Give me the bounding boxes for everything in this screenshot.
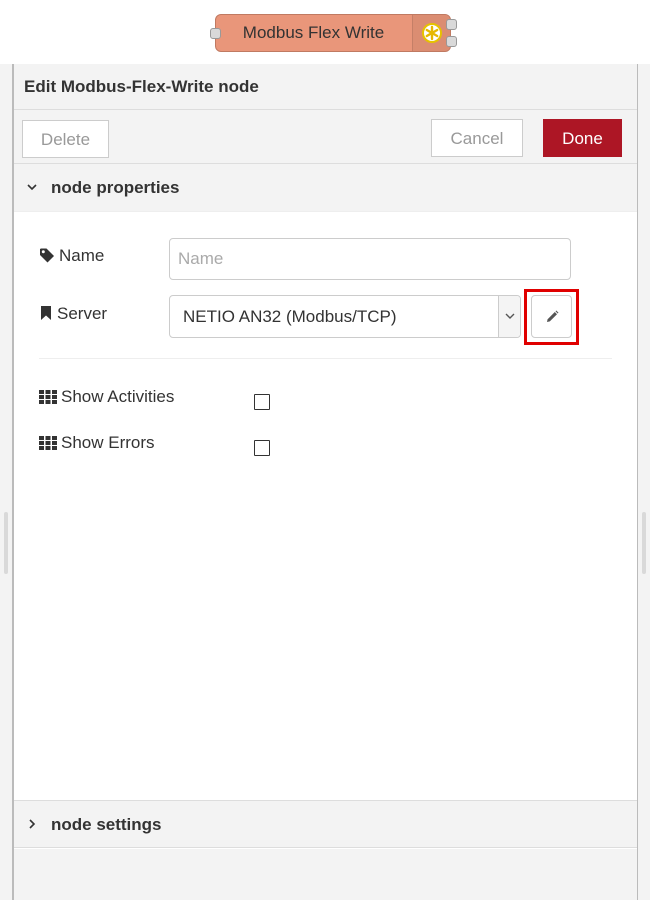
server-label: Server <box>57 304 108 323</box>
grid-icon <box>39 389 57 409</box>
pencil-icon <box>547 310 559 322</box>
workspace-left-edge <box>0 64 13 900</box>
section-node-settings[interactable]: node settings <box>14 800 637 848</box>
tray-title: Edit Modbus-Flex-Write node <box>14 64 637 110</box>
cancel-button[interactable]: Cancel <box>431 119 523 157</box>
server-select[interactable]: NETIO AN32 (Modbus/TCP) <box>169 295 521 338</box>
done-button[interactable]: Done <box>543 119 622 157</box>
show-errors-checkbox[interactable] <box>254 440 270 456</box>
server-selected-value: NETIO AN32 (Modbus/TCP) <box>183 307 397 326</box>
name-label-row: Name <box>39 246 104 268</box>
show-activities-row: Show Activities <box>39 387 174 409</box>
section-label-properties: node properties <box>51 178 180 197</box>
delete-button[interactable]: Delete <box>22 120 109 158</box>
modbus-flex-write-flow-node[interactable]: Modbus Flex Write <box>210 14 457 52</box>
right-resize-grip[interactable] <box>642 512 646 574</box>
tray-footer <box>14 849 637 900</box>
chevron-down-icon[interactable] <box>498 296 520 337</box>
output-port-2[interactable] <box>446 36 457 47</box>
left-resize-grip[interactable] <box>4 512 8 574</box>
flow-node-icon-area <box>412 15 450 51</box>
chevron-down-icon <box>27 164 37 231</box>
edit-server-button[interactable] <box>531 295 572 338</box>
section-node-properties[interactable]: node properties <box>14 164 637 212</box>
bookmark-icon <box>39 305 53 326</box>
section-label-settings: node settings <box>51 815 162 834</box>
tray-toolbar: Delete Cancel Done <box>14 110 637 164</box>
gear-asterisk-icon <box>422 23 442 43</box>
show-activities-checkbox[interactable] <box>254 394 270 410</box>
server-label-row: Server <box>39 304 107 326</box>
show-errors-row: Show Errors <box>39 433 155 455</box>
name-label: Name <box>59 246 105 265</box>
output-port-1[interactable] <box>446 19 457 30</box>
grid-icon <box>39 435 57 455</box>
show-activities-label: Show Activities <box>61 387 175 406</box>
workspace-right-edge <box>638 64 650 900</box>
flow-node-label: Modbus Flex Write <box>242 23 385 42</box>
show-errors-label: Show Errors <box>61 433 155 452</box>
name-input[interactable] <box>169 238 571 280</box>
edit-node-tray: Edit Modbus-Flex-Write node Delete Cance… <box>13 64 638 900</box>
tag-icon <box>39 247 55 268</box>
form-divider <box>39 358 612 359</box>
